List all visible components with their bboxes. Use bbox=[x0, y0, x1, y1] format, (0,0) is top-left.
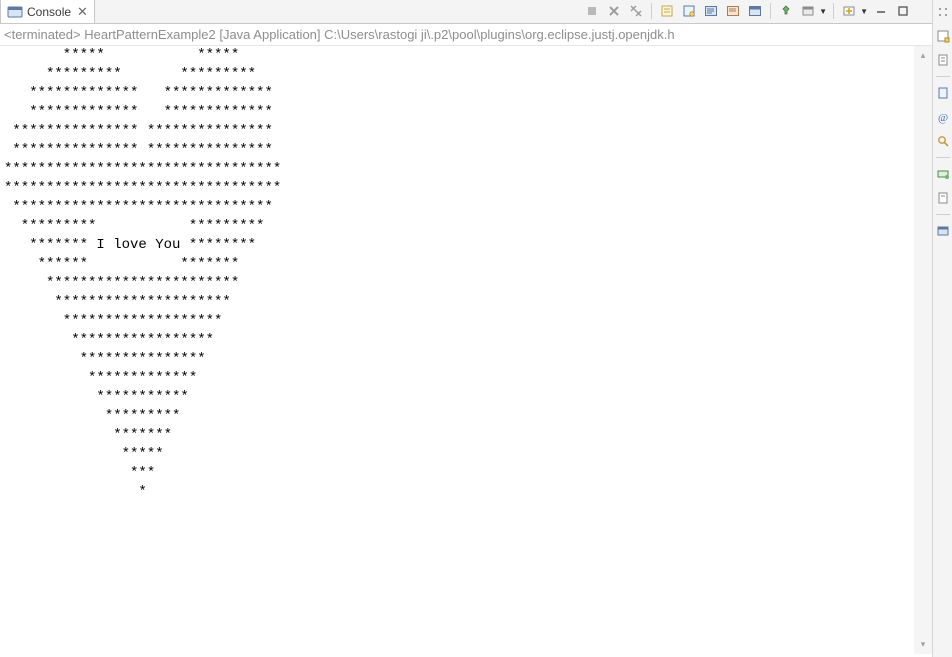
pin-console-button[interactable] bbox=[777, 2, 795, 20]
snippets-icon[interactable] bbox=[935, 190, 951, 206]
terminate-button[interactable] bbox=[583, 2, 601, 20]
toolbar-separator bbox=[833, 3, 834, 19]
gutter-separator bbox=[936, 157, 950, 158]
gutter-toggle-icon[interactable] bbox=[935, 4, 951, 20]
scroll-lock-button[interactable] bbox=[680, 2, 698, 20]
minimap-icon[interactable] bbox=[935, 85, 951, 101]
maximize-view-button[interactable] bbox=[894, 2, 912, 20]
minimize-view-button[interactable] bbox=[872, 2, 890, 20]
right-view-gutter: @ bbox=[932, 0, 952, 657]
vertical-scrollbar[interactable]: ▴ ▾ bbox=[914, 46, 932, 654]
clear-console-button[interactable] bbox=[658, 2, 676, 20]
open-console-dropdown-icon[interactable]: ▼ bbox=[819, 7, 827, 16]
run-info-label: <terminated> HeartPatternExample2 [Java … bbox=[0, 24, 932, 46]
remove-all-terminated-button[interactable] bbox=[627, 2, 645, 20]
scroll-down-icon[interactable]: ▾ bbox=[921, 639, 926, 650]
remove-launch-button[interactable] bbox=[605, 2, 623, 20]
console-output: ***** ***** ********* ********* ********… bbox=[0, 46, 932, 502]
toolbar-separator bbox=[770, 3, 771, 19]
outline-view-icon[interactable] bbox=[935, 28, 951, 44]
new-console-view-button[interactable] bbox=[840, 2, 858, 20]
console-view-icon[interactable] bbox=[935, 223, 951, 239]
display-selected-console-button[interactable] bbox=[746, 2, 764, 20]
console-tab[interactable]: Console ✕ bbox=[0, 0, 95, 23]
breakpoints-icon[interactable] bbox=[935, 166, 951, 182]
console-toolbar: ▼ ▼ bbox=[583, 2, 912, 20]
console-icon bbox=[7, 4, 23, 20]
scroll-up-icon[interactable]: ▴ bbox=[921, 50, 926, 61]
console-tab-title: Console bbox=[27, 5, 71, 19]
open-console-button[interactable] bbox=[799, 2, 817, 20]
svg-text:@: @ bbox=[938, 112, 948, 124]
search-icon[interactable] bbox=[935, 133, 951, 149]
gutter-separator bbox=[936, 76, 950, 77]
task-list-icon[interactable] bbox=[935, 52, 951, 68]
new-console-dropdown-icon[interactable]: ▼ bbox=[860, 7, 868, 16]
close-tab-icon[interactable]: ✕ bbox=[77, 4, 88, 20]
gutter-separator bbox=[936, 214, 950, 215]
show-console-output-button[interactable] bbox=[702, 2, 720, 20]
at-icon[interactable]: @ bbox=[935, 109, 951, 125]
tab-bar: Console ✕ ▼ ▼ bbox=[0, 0, 932, 24]
toolbar-separator bbox=[651, 3, 652, 19]
console-main-area: ***** ***** ********* ********* ********… bbox=[0, 46, 932, 654]
show-console-errors-button[interactable] bbox=[724, 2, 742, 20]
